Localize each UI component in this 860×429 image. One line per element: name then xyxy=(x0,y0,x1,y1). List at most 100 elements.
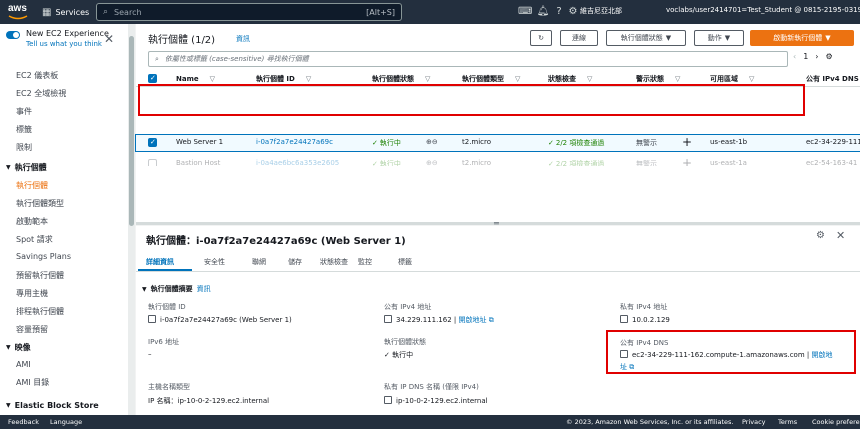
close-icon[interactable]: ✕ xyxy=(104,32,114,46)
row-checkbox[interactable] xyxy=(148,138,157,147)
hostname-type-label: 主機名稱類型 xyxy=(148,383,190,391)
feedback-link[interactable]: Tell us what you think xyxy=(26,40,102,48)
tab-item[interactable]: 詳細資訊 xyxy=(146,257,174,267)
sort-icon[interactable]: ▽ xyxy=(587,75,592,83)
row-checkbox[interactable] xyxy=(148,159,157,166)
instance-id-link[interactable]: i-0a7f2a7e24427a69c xyxy=(256,138,333,146)
settings-icon[interactable]: ⚙ xyxy=(566,5,580,19)
settings-icon[interactable]: ⚙ xyxy=(816,230,825,241)
filter-input[interactable]: ⌕ 依屬性或標籤 (case-sensitive) 尋找執行個體 xyxy=(148,51,788,67)
account-menu[interactable]: voclabs/user2414701=Test_Student @ 0815-… xyxy=(666,6,860,14)
sort-icon[interactable]: ▽ xyxy=(425,75,430,83)
page-number[interactable]: 1 xyxy=(803,52,808,61)
copy-icon[interactable] xyxy=(384,396,392,404)
instance-id-value: i-0a7f2a7e24427a69c (Web Server 1) xyxy=(148,315,292,324)
previous-page-icon[interactable]: ‹ xyxy=(793,52,796,61)
sidebar-scrollbar-thumb[interactable] xyxy=(129,36,134,226)
aws-logo[interactable]: aws xyxy=(6,3,32,21)
tab-item[interactable]: 狀態檢查 xyxy=(320,257,348,267)
sidebar-item[interactable]: 預留執行個體 xyxy=(16,270,64,281)
private-dns-label: 私有 IP DNS 名稱 (僅限 IPv4) xyxy=(384,383,479,391)
sidebar-item[interactable]: 限制 xyxy=(16,142,32,153)
instance-type: t2.micro xyxy=(462,138,492,146)
column-header[interactable]: 公有 IPv4 DNS xyxy=(806,72,859,86)
terms-link[interactable]: Terms xyxy=(778,418,797,426)
refresh-button[interactable]: ↻ xyxy=(530,30,552,46)
sort-icon[interactable]: ▽ xyxy=(306,75,311,83)
alarm-status: 無警示 xyxy=(636,139,657,147)
terminal-icon[interactable]: ⌨ xyxy=(518,5,532,19)
sidebar-item[interactable]: Savings Plans xyxy=(16,252,71,261)
launch-instance-button[interactable]: 啟動新執行個體 ▼ xyxy=(750,30,854,46)
close-icon[interactable]: ✕ xyxy=(836,229,845,242)
open-address-link[interactable]: 開啟地址 xyxy=(458,316,486,324)
summary-header[interactable]: ▼ 執行個體摘要 資訊 xyxy=(142,284,211,294)
connect-button[interactable]: 連線 xyxy=(560,30,598,46)
zoom-icons[interactable]: ⊕⊖ xyxy=(426,159,438,166)
copy-icon[interactable] xyxy=(620,315,628,323)
sidebar-item[interactable]: EC2 儀表板 xyxy=(16,70,58,81)
feedback-link[interactable]: Feedback xyxy=(8,418,39,426)
sort-icon[interactable]: ▽ xyxy=(515,75,520,83)
table-row[interactable]: Bastion Host i-0a4ae6bc6a353e2605 ✓ 執行中 ⊕⊖ t2… xyxy=(136,156,860,166)
bell-icon[interactable]: 🔔︎ xyxy=(536,5,550,19)
preferences-icon[interactable]: ⚙ xyxy=(826,52,833,61)
sidebar-item[interactable]: 標籤 xyxy=(16,124,32,135)
zoom-icons[interactable]: ⊕⊖ xyxy=(426,138,438,146)
sidebar-item[interactable]: 容量預留 xyxy=(16,324,48,335)
copy-icon[interactable] xyxy=(384,315,392,323)
sidebar-item[interactable]: 專用主機 xyxy=(16,288,48,299)
services-menu-button[interactable]: ▦ Services xyxy=(42,5,89,19)
sidebar-item[interactable]: 事件 xyxy=(16,106,32,117)
caret-down-icon: ▼ xyxy=(6,164,11,171)
sidebar-item[interactable]: AMI xyxy=(16,360,31,369)
instance-state-button[interactable]: 執行個體狀態 ▼ xyxy=(606,30,686,46)
tab-item[interactable]: 安全性 xyxy=(204,257,225,267)
instance-state: ✓ 執行中 xyxy=(372,160,401,166)
search-icon: ⌕ xyxy=(155,54,159,63)
privacy-link[interactable]: Privacy xyxy=(742,418,766,426)
sort-icon[interactable]: ▽ xyxy=(675,75,680,83)
sidebar-item[interactable]: AMI 目錄 xyxy=(16,377,49,388)
help-icon[interactable]: ? xyxy=(552,5,566,19)
summary-info-link[interactable]: 資訊 xyxy=(197,284,211,294)
sidebar-item[interactable]: EC2 全域檢視 xyxy=(16,88,66,99)
sidebar-item[interactable]: 執行個體類型 xyxy=(16,198,64,209)
instance-name: Bastion Host xyxy=(176,159,221,166)
next-page-icon[interactable]: › xyxy=(815,52,818,61)
instance-id-link[interactable]: i-0a4ae6bc6a353e2605 xyxy=(256,159,339,166)
cookie-preferences-link[interactable]: Cookie preferences xyxy=(812,418,860,426)
instance-name: Web Server 1 xyxy=(176,138,224,146)
check-passed-icon: ✓ xyxy=(548,160,554,166)
caret-down-icon: ▼ xyxy=(825,34,831,42)
new-experience-toggle[interactable] xyxy=(6,31,20,39)
tab-item[interactable]: 標籤 xyxy=(398,257,412,267)
sidebar-section-ebs[interactable]: ▼ Elastic Block Store xyxy=(6,401,99,410)
sidebar-item[interactable]: 啟動範本 xyxy=(16,216,48,227)
table-row[interactable]: Web Server 1 i-0a7f2a7e24427a69c ✓執行中 ⊕⊖ t2.… xyxy=(135,134,860,152)
add-alarm-icon[interactable]: + xyxy=(682,135,692,149)
external-link-icon[interactable]: ⧉ xyxy=(489,316,494,324)
instance-state-label: 執行個體狀態 xyxy=(384,338,426,346)
actions-button[interactable]: 動作 ▼ xyxy=(694,30,744,46)
tab-item[interactable]: 儲存 xyxy=(288,257,302,267)
running-status-icon: ✓ xyxy=(372,139,378,147)
sort-icon[interactable]: ▽ xyxy=(749,75,754,83)
tab-item[interactable]: 聯網 xyxy=(252,257,266,267)
copy-icon[interactable] xyxy=(148,315,156,323)
sort-icon[interactable]: ▽ xyxy=(210,75,215,83)
info-link[interactable]: 資訊 xyxy=(236,34,250,44)
region-selector[interactable]: 維吉尼亞北部 xyxy=(580,6,622,16)
ipv6-value: – xyxy=(148,350,152,358)
search-input[interactable]: ⌕ Search [Alt+S] xyxy=(96,3,402,21)
sidebar-section-images[interactable]: ▼ 映像 xyxy=(6,342,31,353)
sidebar-item[interactable]: 排程執行個體 xyxy=(16,306,64,317)
tab-item[interactable]: 監控 xyxy=(358,257,372,267)
add-alarm-icon[interactable]: + xyxy=(682,156,692,166)
sidebar-item[interactable]: Spot 請求 xyxy=(16,234,53,245)
select-all-checkbox[interactable] xyxy=(148,74,157,83)
sidebar-item[interactable]: 執行個體 xyxy=(16,180,48,191)
language-link[interactable]: Language xyxy=(50,418,82,426)
sidebar-section-instances[interactable]: ▼ 執行個體 xyxy=(6,162,47,173)
hostname-type-value: IP 名稱：ip-10-0-2-129.ec2.internal xyxy=(148,397,270,405)
